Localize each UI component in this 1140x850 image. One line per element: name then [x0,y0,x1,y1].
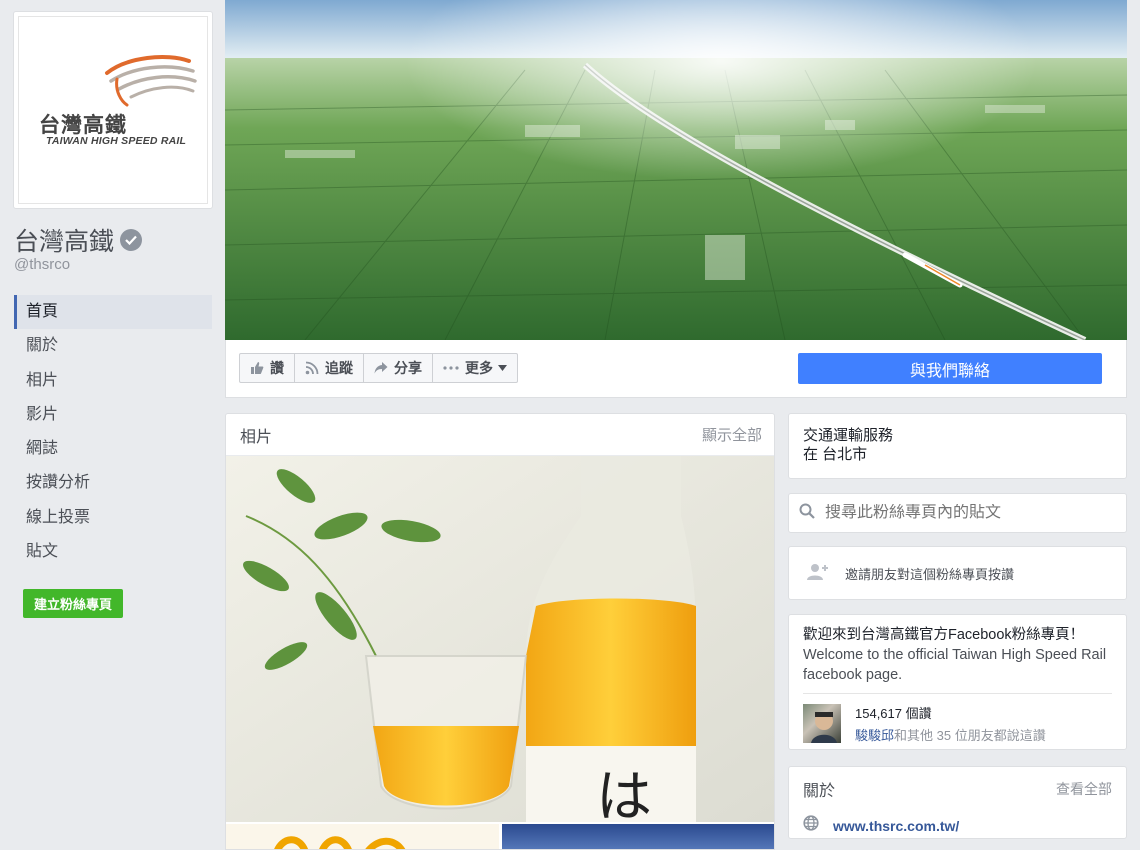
nav-item-likes-analysis[interactable]: 按讚分析 [14,466,212,500]
page-action-bar: 讚 追蹤 分享 更多 與我們聯絡 [225,340,1127,398]
page-name-text: 台灣高鐵 [14,228,115,256]
invite-label: 邀請朋友對這個粉絲專頁按讚 [845,566,1015,582]
welcome-text: 歡迎來到台灣高鐵官方Facebook粉絲專頁！ Welcome to the o… [803,625,1112,685]
page-title[interactable]: 台灣高鐵 [14,222,143,258]
search-input[interactable] [825,504,1115,522]
post-search-box [788,493,1127,533]
share-button[interactable]: 分享 [364,354,433,382]
divider [803,693,1112,694]
likes-summary: 154,617 個讚 駿駿邱和其他 35 位朋友都說這讚 [803,703,1112,744]
nav-item-notes[interactable]: 網誌 [14,432,212,466]
action-buttons: 讚 追蹤 分享 更多 [239,353,518,383]
like-button[interactable]: 讚 [240,354,295,382]
share-label: 分享 [394,360,422,376]
create-page-button[interactable]: 建立粉絲專頁 [23,589,124,618]
cover-landscape-image [225,0,1127,340]
about-card-header: 關於 查看全部 [803,777,1112,801]
about-card-title[interactable]: 關於 [803,777,835,801]
logo-english-text: TAIWAN HIGH SPEED RAIL [46,135,187,147]
svg-text:は: は [596,765,652,822]
left-column: 台灣高鐵 TAIWAN HIGH SPEED RAIL 台灣高鐵 @thsrco… [0,0,225,850]
nav-item-photos[interactable]: 相片 [14,364,212,398]
photo-thumbnail[interactable] [226,824,499,849]
friends-like-text: 駿駿邱和其他 35 位朋友都說這讚 [855,725,1046,744]
invite-friends-card[interactable]: 邀請朋友對這個粉絲專頁按讚 [788,546,1127,600]
verified-badge-icon [120,229,143,251]
welcome-card: 歡迎來到台灣高鐵官方Facebook粉絲專頁！ Welcome to the o… [788,614,1127,750]
photos-card: 相片 顯示全部 は [225,413,775,850]
juice-bottle-image: は [226,456,774,822]
website-row: www.thsrc.com.tw/ [803,815,1112,836]
welcome-en: Welcome to the official Taiwan High Spee… [803,647,1107,683]
follow-label: 追蹤 [325,360,353,376]
caret-down-icon [498,365,507,371]
thumbnail-image [274,836,406,849]
profile-picture[interactable]: 台灣高鐵 TAIWAN HIGH SPEED RAIL [13,11,213,209]
follow-button[interactable]: 追蹤 [295,354,364,382]
thumbs-up-icon [250,361,264,375]
rss-icon [305,361,319,375]
globe-icon [803,815,819,836]
share-arrow-icon [374,361,388,375]
nav-item-home[interactable]: 首頁 [14,295,212,330]
more-label: 更多 [465,360,493,376]
nav-item-polls[interactable]: 線上投票 [14,501,212,535]
featured-photo[interactable]: は [226,456,774,822]
more-button[interactable]: 更多 [433,354,517,382]
category-label[interactable]: 交通運輸服務 [803,426,1112,445]
about-card: 關於 查看全部 www.thsrc.com.tw/ [788,766,1127,839]
contact-us-button[interactable]: 與我們聯絡 [798,353,1102,384]
like-label: 讚 [270,360,284,376]
logo-swoosh-icon [105,55,197,107]
friend-avatar[interactable] [803,704,841,743]
likes-info: 154,617 個讚 駿駿邱和其他 35 位朋友都說這讚 [855,703,1046,744]
friends-like-suffix: 和其他 35 位朋友都說這讚 [894,728,1046,743]
cover-photo[interactable] [225,0,1127,340]
photos-card-header: 相片 顯示全部 [226,414,774,456]
photo-thumbnail[interactable] [502,824,774,849]
photos-see-all-link[interactable]: 顯示全部 [702,424,762,445]
page-handle[interactable]: @thsrco [14,256,70,273]
nav-item-posts[interactable]: 貼文 [14,535,212,569]
category-card: 交通運輸服務 在 台北市 [788,413,1127,479]
logo: 台灣高鐵 TAIWAN HIGH SPEED RAIL [18,16,208,204]
add-friend-icon [807,563,829,584]
photos-card-title[interactable]: 相片 [240,423,272,447]
nav-item-videos[interactable]: 影片 [14,398,212,432]
location-label: 在 台北市 [803,446,868,463]
nav-item-about[interactable]: 關於 [14,329,212,363]
ellipsis-icon [443,365,459,371]
likes-count: 154,617 個讚 [855,706,932,721]
about-see-all-link[interactable]: 查看全部 [1056,779,1112,799]
website-link[interactable]: www.thsrc.com.tw/ [833,818,959,834]
search-icon [799,503,815,524]
welcome-zh: 歡迎來到台灣高鐵官方Facebook粉絲專頁！ [803,627,1085,643]
page-nav: 首頁 關於 相片 影片 網誌 按讚分析 線上投票 貼文 [14,295,212,569]
friend-name-link[interactable]: 駿駿邱 [855,728,894,743]
